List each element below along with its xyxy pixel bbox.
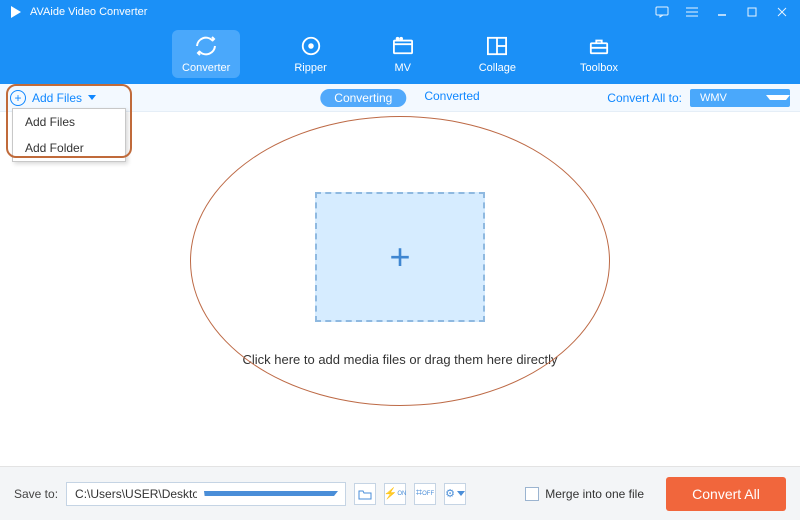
nav-label: MV: [394, 62, 411, 74]
chevron-down-icon: [88, 95, 96, 100]
chevron-down-icon: [766, 95, 790, 100]
add-files-button[interactable]: + Add Files: [10, 90, 96, 106]
gpu-button[interactable]: ⌗OFF: [414, 483, 436, 505]
nav-converter[interactable]: Converter: [172, 30, 240, 78]
nav-collage[interactable]: Collage: [469, 30, 526, 78]
titlebar: AVAide Video Converter: [0, 0, 800, 24]
dropzone-box: +: [315, 192, 485, 322]
merge-checkbox[interactable]: [525, 487, 539, 501]
stage: + Click here to add media files or drag …: [0, 112, 800, 466]
high-speed-button[interactable]: ⚡ON: [384, 483, 406, 505]
minimize-icon[interactable]: [712, 2, 732, 22]
open-folder-button[interactable]: [354, 483, 376, 505]
ripper-icon: [299, 34, 323, 58]
output-format-select[interactable]: WMV: [690, 89, 790, 107]
menu-icon[interactable]: [682, 2, 702, 22]
dropzone[interactable]: + Click here to add media files or drag …: [242, 192, 557, 367]
bottom-bar: Save to: C:\Users\USER\Desktop\draft ⚡ON…: [0, 466, 800, 520]
toolbox-icon: [587, 34, 611, 58]
app-title: AVAide Video Converter: [30, 6, 147, 18]
nav-label: Collage: [479, 62, 516, 74]
gear-icon: ⚙: [445, 487, 455, 500]
nav-ripper[interactable]: Ripper: [284, 30, 336, 78]
app-logo-icon: [8, 4, 24, 20]
output-format-value: WMV: [700, 92, 727, 104]
collage-icon: [485, 34, 509, 58]
converter-icon: [194, 34, 218, 58]
save-path-value: C:\Users\USER\Desktop\draft: [67, 487, 197, 501]
nav-mv[interactable]: MV: [381, 30, 425, 78]
mv-icon: [391, 34, 415, 58]
save-path-field[interactable]: C:\Users\USER\Desktop\draft: [66, 482, 346, 506]
main-nav: Converter Ripper MV Collage Toolbox: [0, 24, 800, 84]
nav-label: Ripper: [294, 62, 326, 74]
maximize-icon[interactable]: [742, 2, 762, 22]
nav-toolbox[interactable]: Toolbox: [570, 30, 628, 78]
convert-all-button[interactable]: Convert All: [666, 477, 786, 511]
status-tabs: Converting Converted: [320, 89, 479, 107]
feedback-icon[interactable]: [652, 2, 672, 22]
settings-button[interactable]: ⚙: [444, 483, 466, 505]
merge-label: Merge into one file: [545, 487, 644, 501]
tab-converted[interactable]: Converted: [424, 89, 479, 107]
plus-icon: +: [389, 236, 410, 278]
convert-all-label: Convert All to:: [607, 91, 682, 105]
dropzone-hint: Click here to add media files or drag th…: [242, 352, 557, 367]
add-files-label: Add Files: [32, 91, 82, 105]
close-icon[interactable]: [772, 2, 792, 22]
chevron-down-icon[interactable]: [204, 491, 339, 496]
tab-converting[interactable]: Converting: [320, 89, 406, 107]
nav-label: Toolbox: [580, 62, 618, 74]
nav-label: Converter: [182, 62, 230, 74]
plus-circle-icon: +: [10, 90, 26, 106]
save-to-label: Save to:: [14, 487, 58, 501]
merge-checkbox-group[interactable]: Merge into one file: [525, 487, 644, 501]
